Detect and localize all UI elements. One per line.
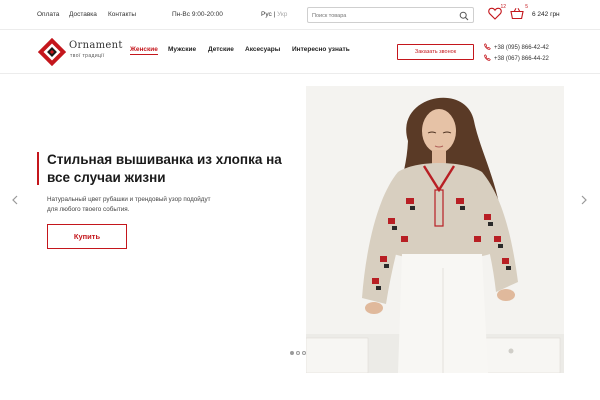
buy-button[interactable]: Купить — [47, 224, 127, 249]
nav-item-kids[interactable]: Детские — [208, 46, 234, 53]
chevron-left-icon[interactable] — [9, 194, 21, 206]
hero-subtitle: Натуральный цвет рубашки и трендовый узо… — [47, 196, 211, 213]
phone-2[interactable]: +38 (067) 866-44-22 — [484, 54, 549, 62]
phone-number-2: +38 (067) 866-44-22 — [494, 56, 549, 62]
search-input[interactable] — [312, 10, 452, 21]
slider-dot-1[interactable] — [290, 351, 294, 355]
hero-image — [306, 86, 564, 373]
topbar-link-delivery[interactable]: Доставка — [69, 11, 97, 18]
chevron-right-icon[interactable] — [578, 194, 590, 206]
wishlist-button[interactable]: 12 — [488, 4, 506, 25]
cart-count: 5 — [525, 4, 528, 10]
wishlist-count: 12 — [500, 4, 506, 10]
logo-tagline: твої традиції — [70, 53, 105, 59]
nav-item-interesting[interactable]: Интересно узнать — [292, 46, 350, 53]
phone-icon — [484, 54, 491, 61]
top-bar: Оплата Доставка Контакты Пн-Вс 9:00-20:0… — [0, 0, 600, 30]
nav-item-women[interactable]: Женские — [130, 46, 158, 55]
slider-dot-3[interactable] — [302, 351, 306, 355]
lang-switch: Рус | Укр — [261, 11, 287, 18]
model-in-vyshyvanka-image — [306, 86, 564, 373]
phone-icon — [484, 43, 491, 50]
cart-total[interactable]: 6 242 грн — [532, 11, 560, 18]
lang-ru[interactable]: Рус — [261, 11, 272, 18]
phone-number-1: +38 (095) 866-42-42 — [494, 45, 549, 51]
lang-uk[interactable]: Укр — [277, 11, 287, 18]
nav-item-men[interactable]: Мужские — [168, 46, 196, 53]
nav-item-accessories[interactable]: Аксесуары — [245, 46, 280, 53]
search-icon[interactable] — [459, 11, 469, 21]
topbar-link-payment[interactable]: Оплата — [37, 11, 59, 18]
ornament-logo-icon — [38, 38, 66, 66]
slider-dot-2[interactable] — [296, 351, 300, 355]
cart-button[interactable]: 5 — [510, 4, 528, 25]
search-box — [307, 7, 474, 23]
logo-name: Ornament — [69, 40, 123, 51]
topbar-link-contacts[interactable]: Контакты — [108, 11, 136, 18]
lang-separator: | — [273, 11, 276, 18]
working-hours: Пн-Вс 9:00-20:00 — [172, 11, 223, 18]
hero-accent-bar — [37, 152, 39, 185]
basket-icon — [510, 7, 524, 20]
phone-1[interactable]: +38 (095) 866-42-42 — [484, 43, 549, 51]
callback-button[interactable]: Заказать звонок — [397, 44, 474, 60]
hero-title: Стильная вышиванка из хлопка на все случ… — [47, 152, 282, 185]
